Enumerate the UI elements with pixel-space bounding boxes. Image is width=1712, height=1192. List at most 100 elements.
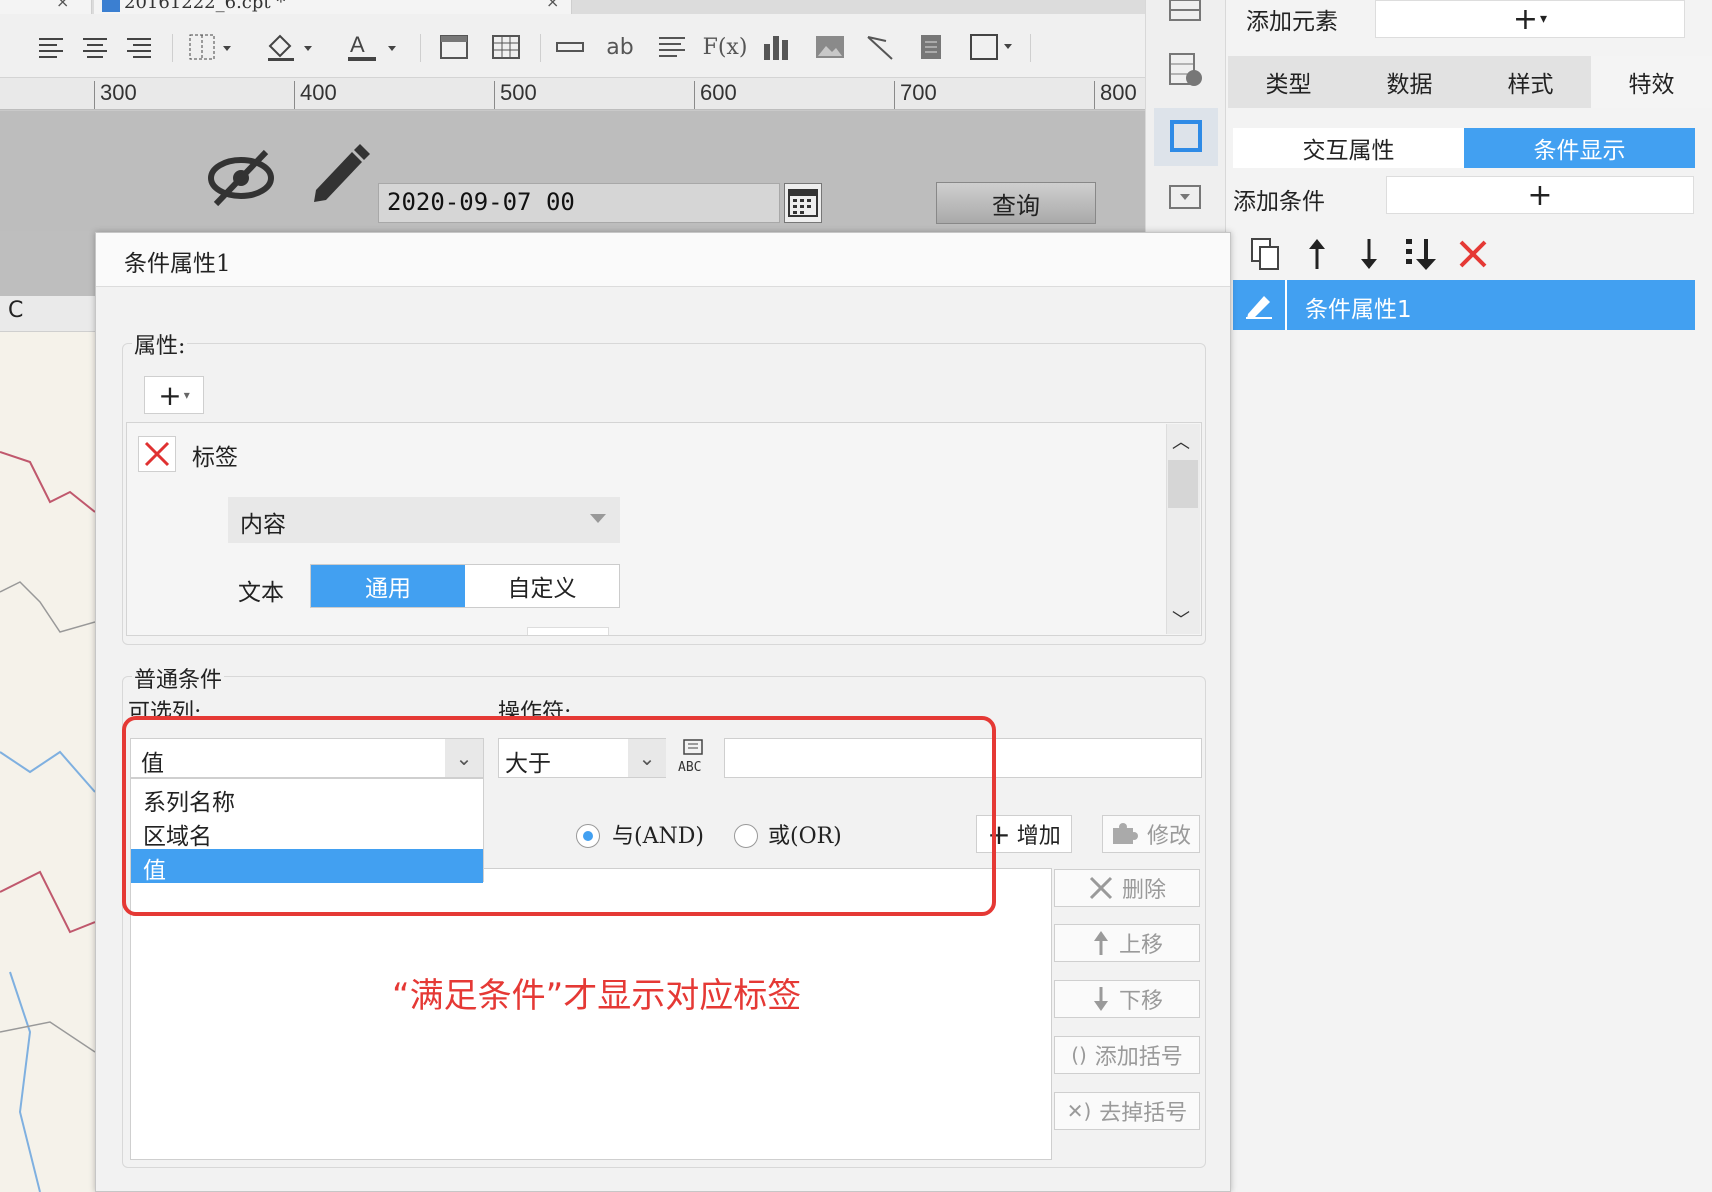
hide-icon[interactable] — [206, 148, 276, 208]
textfield-icon[interactable] — [554, 32, 586, 62]
data-icon[interactable] — [1166, 50, 1206, 90]
ruler-label: 600 — [700, 80, 737, 105]
svg-text:A: A — [350, 32, 365, 57]
tab-title: 20161222_6.cpt * — [124, 0, 286, 13]
ruler-label: 800 — [1100, 80, 1137, 105]
chevron-down-icon[interactable] — [590, 514, 606, 523]
horizontal-ruler: 300 400 500 600 700 800 — [0, 78, 1145, 110]
add-element-plus: + — [1512, 1, 1539, 37]
text-mode-general[interactable]: 通用 — [311, 565, 465, 607]
formula-icon[interactable]: F(x) — [702, 32, 748, 62]
edit-icon[interactable] — [1233, 280, 1287, 330]
remove-bracket-icon: ✕) — [1066, 1099, 1092, 1123]
ruler-label: 300 — [100, 80, 137, 105]
grid-icon[interactable] — [488, 32, 524, 62]
close-icon[interactable]: × — [546, 0, 559, 10]
scrollbar-thumb[interactable] — [1168, 460, 1198, 508]
add-bracket-button[interactable]: () 添加括号 — [1054, 1036, 1200, 1074]
border-icon[interactable] — [184, 32, 240, 62]
document-tab[interactable]: × — [0, 0, 92, 14]
edit-condition-label: 修改 — [1146, 824, 1191, 849]
arrow-up-icon — [1093, 931, 1108, 955]
condition-list-item[interactable]: 条件属性1 — [1233, 280, 1695, 330]
attribute-scrollbar[interactable] — [1166, 424, 1200, 634]
attributes-label: 属性: — [132, 328, 188, 360]
ruler-tick — [94, 81, 95, 109]
tab-style[interactable]: 样式 — [1470, 56, 1591, 108]
remove-attribute-icon[interactable] — [138, 436, 176, 472]
annotation-text: “满足条件”才显示对应标签 — [392, 976, 802, 1016]
properties-tabs: 类型 数据 样式 特效 — [1228, 56, 1712, 108]
toolbar-divider — [1030, 34, 1031, 62]
slash-icon[interactable] — [862, 32, 898, 62]
widget-icon[interactable] — [1166, 182, 1206, 212]
dialog-title-bar — [96, 233, 1230, 287]
add-condition-button[interactable]: + — [1386, 176, 1694, 214]
document-tab-active[interactable]: 20161222_6.cpt * × — [94, 0, 572, 14]
pencil-icon[interactable] — [306, 140, 372, 206]
fill-color-icon[interactable] — [262, 32, 322, 62]
align-center-icon[interactable] — [78, 32, 112, 62]
highlight-box — [122, 716, 996, 916]
align-right-icon[interactable] — [122, 32, 156, 62]
ruler-tick — [1094, 81, 1095, 109]
remove-bracket-label: 去掉括号 — [1099, 1101, 1188, 1126]
lines-icon[interactable] — [654, 32, 690, 62]
date-input[interactable]: 2020-09-07 00 — [378, 183, 780, 223]
font-color-icon[interactable]: A — [342, 32, 404, 62]
arrow-down-icon — [1093, 987, 1108, 1011]
image-icon[interactable] — [812, 32, 848, 62]
conditions-label: 普通条件 — [132, 662, 225, 694]
add-element-button[interactable]: + ▾ — [1375, 0, 1685, 38]
sort-down-icon[interactable] — [1401, 234, 1441, 274]
rect-icon[interactable] — [966, 32, 1020, 62]
frame-icon[interactable] — [436, 32, 472, 62]
ruler-tick — [694, 81, 695, 109]
ab-icon[interactable]: ab — [600, 32, 640, 62]
add-element-label: 添加元素 — [1246, 9, 1338, 35]
align-left-icon[interactable] — [34, 32, 68, 62]
content-select[interactable]: 内容 — [228, 497, 620, 543]
delete-condition-button[interactable]: 删除 — [1054, 869, 1200, 907]
doc-icon[interactable] — [916, 32, 946, 62]
component-icon[interactable] — [1154, 108, 1218, 166]
column-header[interactable]: C — [0, 296, 95, 332]
bar-chart-icon[interactable] — [760, 32, 794, 62]
tab-data[interactable]: 数据 — [1349, 56, 1470, 108]
ruler-tick — [294, 81, 295, 109]
subtab-conditional-display[interactable]: 条件显示 — [1464, 128, 1695, 168]
arrow-up-icon[interactable] — [1297, 234, 1337, 274]
ruler-label: 700 — [900, 80, 937, 105]
chevron-down-icon[interactable]: ﹀ — [1172, 606, 1190, 632]
subtab-interaction[interactable]: 交互属性 — [1233, 128, 1464, 168]
calendar-icon[interactable] — [784, 183, 822, 223]
layout-icon[interactable] — [1166, 0, 1206, 22]
move-up-button[interactable]: 上移 — [1054, 924, 1200, 962]
text-mode-custom[interactable]: 自定义 — [465, 565, 619, 607]
tab-effects[interactable]: 特效 — [1591, 56, 1712, 108]
delete-icon[interactable] — [1453, 234, 1493, 274]
format-toolbar: A ab F(x) — [0, 14, 1145, 78]
query-button[interactable]: 查询 — [936, 182, 1096, 224]
operator-label: 操作符: — [498, 700, 572, 716]
effects-subtabs: 交互属性 条件显示 — [1233, 128, 1695, 168]
close-icon[interactable]: × — [56, 0, 69, 10]
toolbar-divider — [420, 34, 421, 62]
side-tool-strip — [1145, 0, 1225, 232]
delete-icon — [1089, 876, 1113, 900]
tab-type[interactable]: 类型 — [1228, 56, 1349, 108]
add-condition-label: 添加条件 — [1233, 189, 1325, 215]
ruler-tick — [894, 81, 895, 109]
move-down-label: 下移 — [1118, 989, 1163, 1014]
arrow-down-icon[interactable] — [1349, 234, 1389, 274]
edit-condition-button[interactable]: 修改 — [1102, 815, 1200, 853]
add-attribute-plus: + — [158, 378, 182, 412]
text-label: 文本 — [238, 580, 284, 606]
chevron-down-icon: ▾ — [1540, 11, 1548, 27]
chevron-up-icon[interactable]: ︿ — [1172, 428, 1190, 454]
remove-bracket-button[interactable]: ✕) 去掉括号 — [1054, 1092, 1200, 1130]
copy-icon[interactable] — [1245, 234, 1285, 274]
add-attribute-button[interactable]: + ▾ — [144, 376, 204, 414]
move-down-button[interactable]: 下移 — [1054, 980, 1200, 1018]
add-bracket-label: 添加括号 — [1094, 1045, 1183, 1070]
